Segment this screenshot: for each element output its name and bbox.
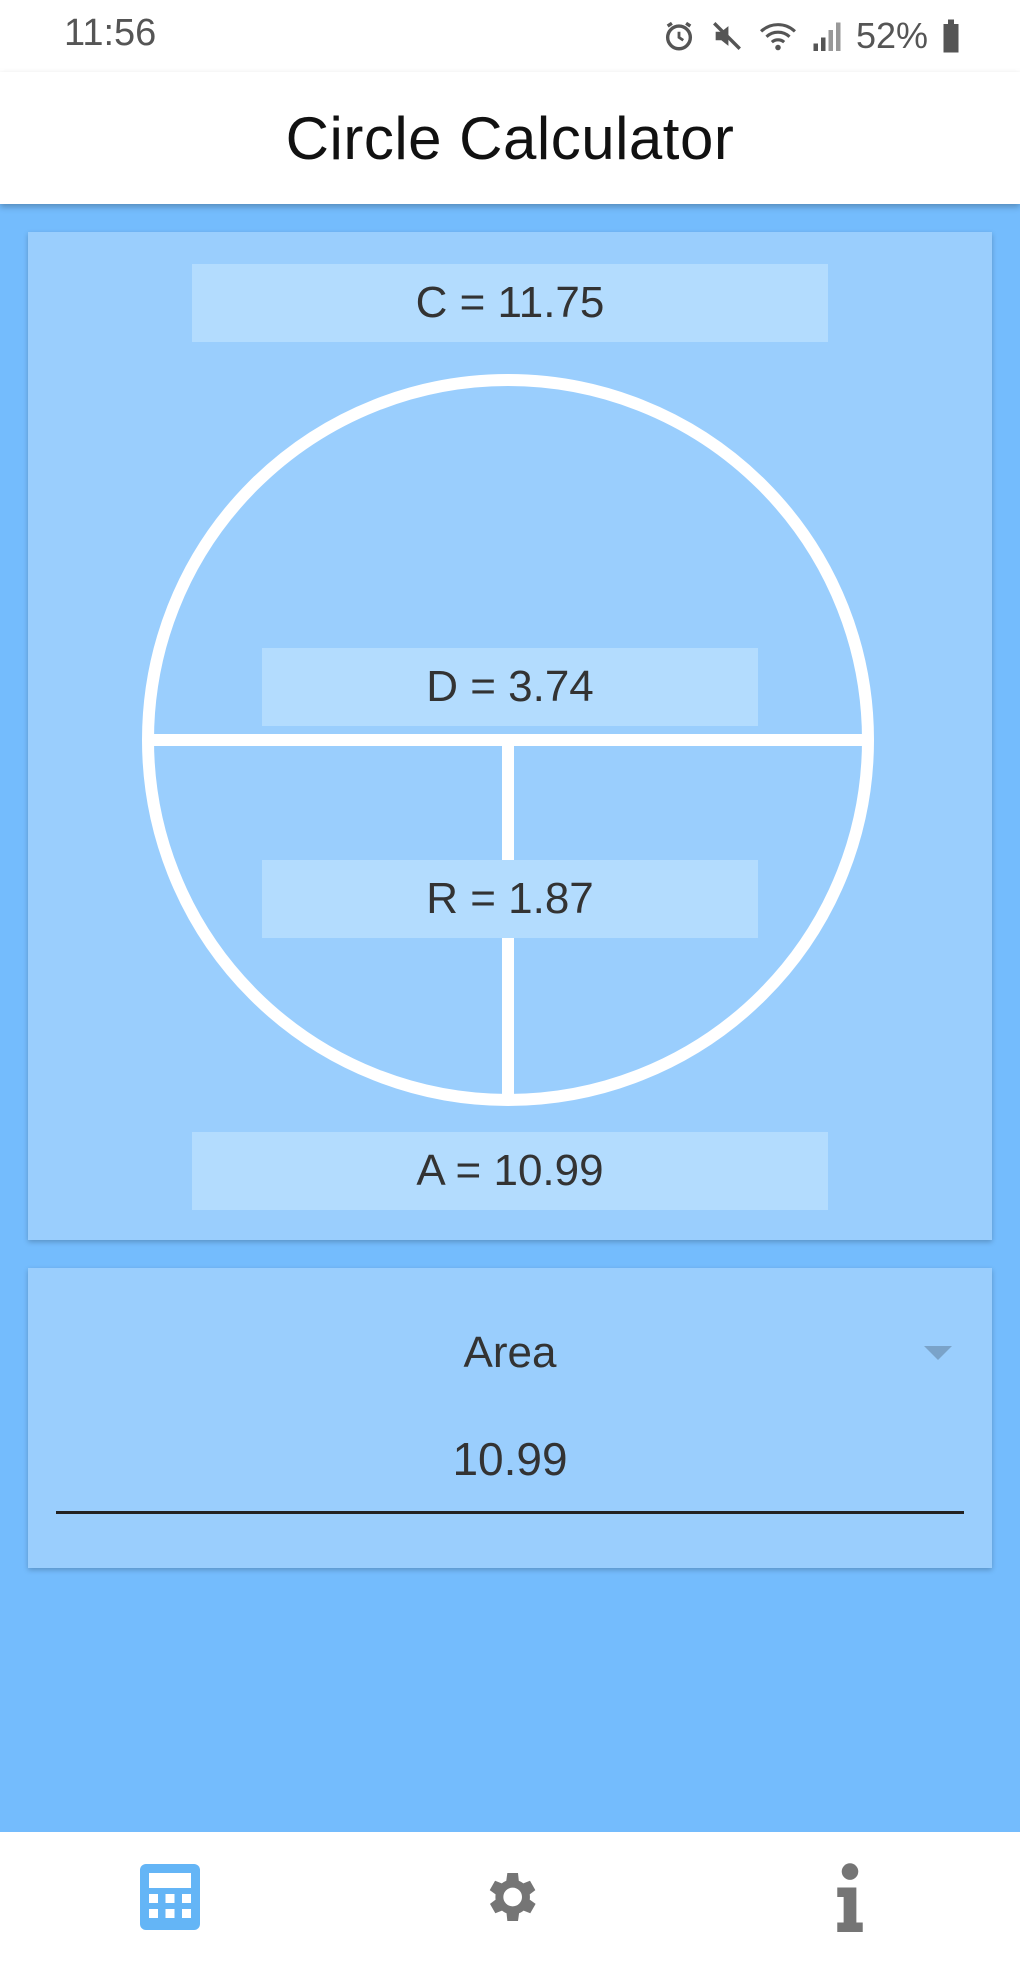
signal-icon: [813, 22, 841, 51]
calculator-icon: [140, 1864, 200, 1930]
status-bar: 11:56 52%: [0, 0, 1020, 72]
circle-diagram: [142, 374, 874, 1106]
battery-icon: [943, 19, 959, 53]
area-label: A = 10.99: [192, 1132, 828, 1210]
mute-icon: [712, 22, 741, 50]
alarm-icon: [665, 21, 692, 51]
status-time: 11:56: [64, 12, 157, 54]
diameter-label: D = 3.74: [262, 648, 758, 726]
status-icons: 52%: [662, 12, 960, 60]
input-card: Area: [28, 1268, 992, 1568]
circle-diagram-card: C = 11.75 D = 3.74 R = 1.87 A = 10.99: [28, 232, 992, 1240]
main-content: C = 11.75 D = 3.74 R = 1.87 A = 10.99 Ar…: [0, 204, 1020, 1832]
battery-percent: 52%: [855, 15, 928, 56]
bottom-nav: [0, 1832, 1020, 1962]
radius-label: R = 1.87: [262, 860, 758, 938]
settings-icon: [489, 1873, 536, 1921]
app-bar: Circle Calculator: [0, 72, 1020, 204]
nav-item-info[interactable]: [780, 1842, 920, 1952]
dropdown-arrow-icon[interactable]: [924, 1346, 952, 1360]
page-title: Circle Calculator: [285, 104, 735, 172]
measure-select[interactable]: Area: [28, 1308, 992, 1398]
info-icon: [837, 1863, 863, 1932]
measure-select-value: Area: [463, 1328, 557, 1377]
value-input[interactable]: [56, 1418, 964, 1514]
nav-item-calculator[interactable]: [100, 1842, 240, 1952]
nav-item-settings[interactable]: [440, 1842, 580, 1952]
circumference-label: C = 11.75: [192, 264, 828, 342]
wifi-icon: [759, 23, 796, 51]
